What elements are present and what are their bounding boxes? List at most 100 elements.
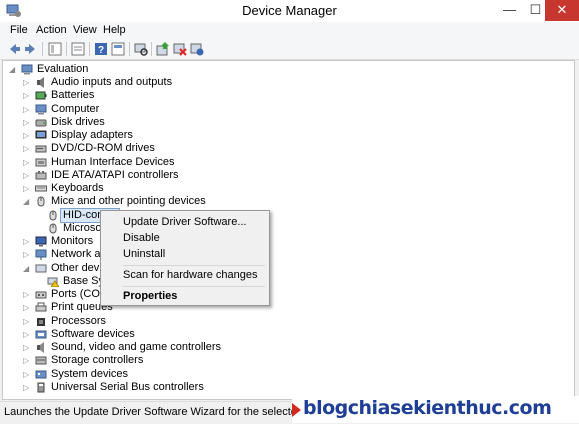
expand-arrow-icon[interactable]: ▷ <box>23 169 31 182</box>
expand-arrow-icon[interactable]: ▷ <box>23 354 31 367</box>
expand-arrow-icon[interactable]: ▷ <box>23 142 31 155</box>
tree-item-label: Storage controllers <box>51 354 144 367</box>
monitor-icon <box>35 236 47 247</box>
collapse-arrow-icon[interactable]: ◢ <box>23 195 31 208</box>
tree-item-label: Universal Serial Bus controllers <box>51 380 204 393</box>
menu-file[interactable]: File <box>8 24 30 36</box>
expand-arrow-icon[interactable]: ▷ <box>23 288 31 301</box>
expand-arrow-icon[interactable]: ▷ <box>23 235 31 248</box>
tree-item-label: Audio inputs and outputs <box>51 76 173 88</box>
menu-update-driver[interactable]: Update Driver Software... <box>123 215 247 229</box>
battery-icon <box>35 90 47 101</box>
tree-item-label: Microsof <box>63 221 105 234</box>
collapse-arrow-icon[interactable]: ◢ <box>9 63 17 76</box>
expand-arrow-icon[interactable]: ▷ <box>23 76 31 89</box>
mouse-icon <box>35 196 47 207</box>
usb-icon <box>35 382 47 393</box>
software-icon <box>35 329 47 340</box>
menu-bar: File Action View Help <box>0 22 579 39</box>
view-icon[interactable] <box>47 41 63 57</box>
update-driver-icon[interactable] <box>155 41 171 57</box>
disable-icon[interactable] <box>189 41 205 57</box>
warning-device-icon <box>47 276 59 287</box>
menu-action[interactable]: Action <box>34 24 69 36</box>
expand-arrow-icon[interactable]: ▷ <box>23 89 31 102</box>
expand-arrow-icon[interactable]: ▷ <box>23 301 31 314</box>
expand-arrow-icon[interactable]: ▷ <box>23 248 31 261</box>
back-icon[interactable] <box>6 41 22 57</box>
toolbar-separator <box>66 42 67 56</box>
status-text: Launches the Update Driver Software Wiza… <box>4 406 341 418</box>
menu-properties[interactable]: Properties <box>123 289 177 303</box>
svg-text:?: ? <box>98 45 104 56</box>
tree-item-label: Monitors <box>51 235 94 247</box>
window-title: Device Manager <box>242 3 337 18</box>
network-icon <box>35 249 47 261</box>
menu-disable[interactable]: Disable <box>123 231 160 245</box>
ide-icon <box>35 170 47 181</box>
help-icon[interactable]: ? <box>93 41 109 57</box>
tree-item-label: Computer <box>51 102 100 115</box>
menu-scan-hardware[interactable]: Scan for hardware changes <box>123 268 258 282</box>
expand-arrow-icon[interactable]: ▷ <box>23 328 31 341</box>
expand-arrow-icon[interactable]: ▷ <box>23 341 31 354</box>
expand-arrow-icon[interactable]: ▷ <box>23 315 31 328</box>
tree-item-label: Sound, video and game controllers <box>51 341 221 353</box>
title-bar: Device Manager — ☐ ✕ <box>0 0 579 23</box>
tree-item-label: IDE ATA/ATAPI controllers <box>51 168 179 181</box>
device-manager-window: Device Manager — ☐ ✕ File Action View He… <box>0 0 579 424</box>
mouse-icon <box>47 210 59 221</box>
expand-arrow-icon[interactable]: ▷ <box>23 182 31 195</box>
expand-arrow-icon[interactable]: ▷ <box>23 116 31 129</box>
close-button[interactable]: ✕ <box>545 0 579 21</box>
toolbar-separator <box>42 42 43 56</box>
speaker-icon <box>35 77 47 88</box>
device-tree: ◢ Evaluation ▷ Audio inputs and outputs ▷ B… <box>2 60 575 400</box>
tree-item-label: Disk drives <box>51 115 105 128</box>
keyboard-icon <box>35 183 47 194</box>
toolbar: ? <box>0 39 579 60</box>
expand-arrow-icon[interactable]: ▷ <box>23 156 31 169</box>
expand-arrow-icon[interactable]: ▷ <box>23 368 31 381</box>
scan-hardware-icon[interactable] <box>133 41 149 57</box>
forward-icon[interactable] <box>23 41 39 57</box>
menu-separator <box>123 286 265 287</box>
tree-item-label: Batteries <box>51 89 95 102</box>
tree-item-label: Mice and other pointing devices <box>51 195 206 208</box>
tree-item-label: DVD/CD-ROM drives <box>51 142 155 155</box>
menu-view[interactable]: View <box>71 24 99 36</box>
other-icon <box>35 263 47 274</box>
menu-help[interactable]: Help <box>101 24 128 36</box>
computer-icon <box>21 64 33 75</box>
menu-uninstall[interactable]: Uninstall <box>123 247 165 261</box>
printer-icon <box>35 302 47 313</box>
processor-icon <box>35 316 47 327</box>
menu-separator <box>123 265 265 266</box>
watermark-text: blogchiasekienthuc.com <box>303 397 552 419</box>
system-icon <box>35 369 47 380</box>
computer-icon <box>35 104 47 115</box>
expand-arrow-icon[interactable]: ▷ <box>23 381 31 394</box>
tree-root-label: Evaluation <box>37 63 89 75</box>
tree-item-label: Display adapters <box>51 129 133 141</box>
tree-item-label: System devices <box>51 367 129 380</box>
collapse-arrow-icon[interactable]: ◢ <box>23 262 31 275</box>
port-icon <box>35 289 47 300</box>
properties-icon[interactable] <box>70 41 86 57</box>
tree-item-label: Keyboards <box>51 182 104 194</box>
hid-icon <box>35 157 47 168</box>
minimize-button[interactable]: — <box>495 0 524 21</box>
uninstall-icon[interactable] <box>172 41 188 57</box>
storage-icon <box>35 355 47 366</box>
disk-icon <box>35 117 47 128</box>
tree-item-label: Human Interface Devices <box>51 155 175 168</box>
tree-item-label: Software devices <box>51 327 135 340</box>
context-menu: Update Driver Software... Disable Uninst… <box>100 210 270 306</box>
dvd-icon <box>35 143 47 154</box>
expand-arrow-icon[interactable]: ▷ <box>23 103 31 116</box>
watermark-arrow-icon <box>292 403 301 417</box>
sound-icon <box>35 342 47 353</box>
toolbar-separator <box>89 42 90 56</box>
view2-icon[interactable] <box>110 41 126 57</box>
expand-arrow-icon[interactable]: ▷ <box>23 129 31 142</box>
